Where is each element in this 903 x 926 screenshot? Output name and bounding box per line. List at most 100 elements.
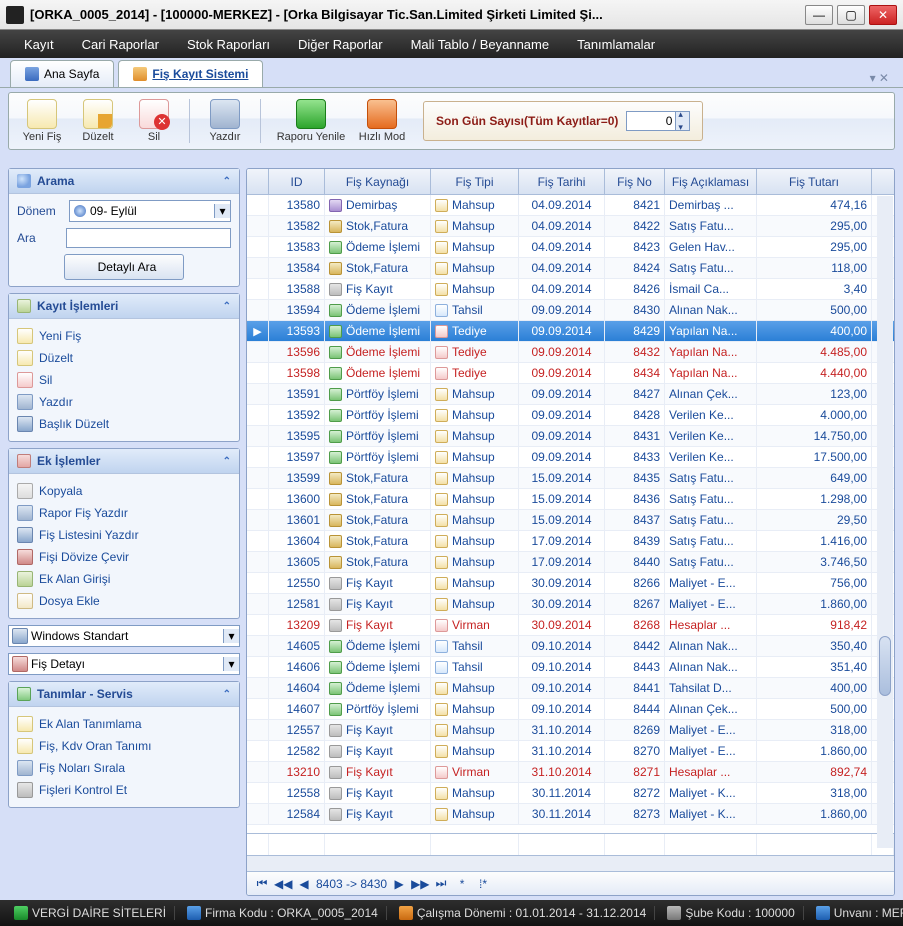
panel-header[interactable]: Tanımlar - Servis ⌃ <box>9 682 239 707</box>
sidebar-item-print[interactable]: Yazdır <box>17 391 231 413</box>
panel-header[interactable]: Kayıt İşlemleri ⌃ <box>9 294 239 319</box>
table-row[interactable]: 14606Ödeme İşlemiTahsil09.10.20148443Alı… <box>247 657 894 678</box>
table-row[interactable]: 13601Stok,FaturaMahsup15.09.20148437Satı… <box>247 510 894 531</box>
delete-button[interactable]: Sil <box>127 97 181 145</box>
sidebar-item-report-print[interactable]: Rapor Fiş Yazdır <box>17 502 231 524</box>
collapse-icon[interactable]: ⌃ <box>223 301 231 312</box>
detailed-search-button[interactable]: Detaylı Ara <box>64 254 184 280</box>
table-row[interactable]: 13600Stok,FaturaMahsup15.09.20148436Satı… <box>247 489 894 510</box>
table-row[interactable]: 13595Pörtföy İşlemiMahsup09.09.20148431V… <box>247 426 894 447</box>
pager-first[interactable]: ⏮ <box>253 876 271 891</box>
table-row[interactable]: 12584Fiş KayıtMahsup30.11.20148273Maliye… <box>247 804 894 825</box>
table-row[interactable]: 13605Stok,FaturaMahsup17.09.20148440Satı… <box>247 552 894 573</box>
status-period[interactable]: Çalışma Dönemi : 01.01.2014 - 31.12.2014 <box>391 906 655 920</box>
collapse-icon[interactable]: ⌃ <box>223 456 231 467</box>
pager-sub[interactable]: ⁞* <box>474 877 492 891</box>
table-row[interactable]: 13582Stok,FaturaMahsup04.09.20148422Satı… <box>247 216 894 237</box>
pager-add[interactable]: * <box>453 877 471 891</box>
horizontal-scrollbar[interactable] <box>247 855 894 871</box>
table-row[interactable]: 13604Stok,FaturaMahsup17.09.20148439Satı… <box>247 531 894 552</box>
tabs-dropdown[interactable]: ▾ ✕ <box>866 69 893 87</box>
pager-prev[interactable]: ◀ <box>295 877 313 891</box>
table-row[interactable]: 13209Fiş KayıtVirman30.09.20148268Hesapl… <box>247 615 894 636</box>
status-company-code[interactable]: Firma Kodu : ORKA_0005_2014 <box>179 906 387 920</box>
table-row[interactable]: 14605Ödeme İşlemiTahsil09.10.20148442Alı… <box>247 636 894 657</box>
sidebar-item-extra-field[interactable]: Ek Alan Girişi <box>17 568 231 590</box>
pager-last[interactable]: ⏭ <box>432 876 450 891</box>
table-row[interactable]: 13583Ödeme İşlemiMahsup04.09.20148423Gel… <box>247 237 894 258</box>
dropdown-icon[interactable]: ▾ <box>223 629 239 643</box>
sidebar-item-edit[interactable]: Düzelt <box>17 347 231 369</box>
vertical-scrollbar[interactable] <box>877 196 893 848</box>
last-days-input[interactable] <box>626 111 676 131</box>
scrollbar-thumb[interactable] <box>879 636 891 696</box>
header-tutar[interactable]: Fiş Tutarı <box>757 169 872 194</box>
header-selector[interactable] <box>247 169 269 194</box>
status-tax-sites[interactable]: VERGİ DAİRE SİTELERİ <box>6 906 175 920</box>
table-row[interactable]: 14607Pörtföy İşlemiMahsup09.10.20148444A… <box>247 699 894 720</box>
table-row[interactable]: 13598Ödeme İşlemiTediye09.09.20148434Yap… <box>247 363 894 384</box>
tab-fis-kayit-sistemi[interactable]: Fiş Kayıt Sistemi <box>118 60 263 87</box>
dropdown-icon[interactable]: ▾ <box>223 657 239 671</box>
spinner-buttons[interactable] <box>676 111 690 131</box>
sidebar-item-list-print[interactable]: Fiş Listesini Yazdır <box>17 524 231 546</box>
header-no[interactable]: Fiş No <box>605 169 665 194</box>
detail-select[interactable]: Fiş Detayı ▾ <box>8 653 240 675</box>
edit-button[interactable]: Düzelt <box>71 97 125 145</box>
status-branch[interactable]: Şube Kodu : 100000 <box>659 906 803 920</box>
sidebar-item-convert-currency[interactable]: Fişi Dövize Çevir <box>17 546 231 568</box>
pager-next[interactable]: ▶ <box>390 877 408 891</box>
table-row[interactable]: 13592Pörtföy İşlemiMahsup09.09.20148428V… <box>247 405 894 426</box>
search-input[interactable] <box>66 228 231 248</box>
table-row[interactable]: 13596Ödeme İşlemiTediye09.09.20148432Yap… <box>247 342 894 363</box>
donem-select[interactable]: 09- Eylül ▾ <box>69 200 231 222</box>
table-row[interactable]: 13588Fiş KayıtMahsup04.09.20148426İsmail… <box>247 279 894 300</box>
table-row[interactable]: 12581Fiş KayıtMahsup30.09.20148267Maliye… <box>247 594 894 615</box>
table-row[interactable]: 13591Pörtföy İşlemiMahsup09.09.20148427A… <box>247 384 894 405</box>
collapse-icon[interactable]: ⌃ <box>223 689 231 700</box>
menu-kayit[interactable]: Kayıt <box>10 37 68 52</box>
panel-header[interactable]: Ek İşlemler ⌃ <box>9 449 239 474</box>
header-aciklama[interactable]: Fiş Açıklaması <box>665 169 757 194</box>
table-row[interactable]: 13584Stok,FaturaMahsup04.09.20148424Satı… <box>247 258 894 279</box>
table-row[interactable]: 12558Fiş KayıtMahsup30.11.20148272Maliye… <box>247 783 894 804</box>
sidebar-item-define-field[interactable]: Ek Alan Tanımlama <box>17 713 231 735</box>
dropdown-icon[interactable]: ▾ <box>214 204 230 218</box>
sidebar-item-define-kdv[interactable]: Fiş, Kdv Oran Tanımı <box>17 735 231 757</box>
header-kaynak[interactable]: Fiş Kaynağı <box>325 169 431 194</box>
menu-stok-raporlari[interactable]: Stok Raporları <box>173 37 284 52</box>
table-row[interactable]: 13594Ödeme İşlemiTahsil09.09.20148430Alı… <box>247 300 894 321</box>
table-row[interactable]: 13597Pörtföy İşlemiMahsup09.09.20148433V… <box>247 447 894 468</box>
table-row[interactable]: 13210Fiş KayıtVirman31.10.20148271Hesapl… <box>247 762 894 783</box>
sidebar-item-attach-file[interactable]: Dosya Ekle <box>17 590 231 612</box>
sidebar-item-edit-header[interactable]: Başlık Düzelt <box>17 413 231 435</box>
collapse-icon[interactable]: ⌃ <box>223 176 231 187</box>
menu-tanimlamalar[interactable]: Tanımlamalar <box>563 37 669 52</box>
pager-prev-page[interactable]: ◀◀ <box>274 877 292 891</box>
theme-select[interactable]: Windows Standart ▾ <box>8 625 240 647</box>
status-title[interactable]: Unvanı : MERKEZ Orka B ... <box>808 906 903 920</box>
header-tarih[interactable]: Fiş Tarihi <box>519 169 605 194</box>
pager-next-page[interactable]: ▶▶ <box>411 877 429 891</box>
sidebar-item-check-records[interactable]: Fişleri Kontrol Et <box>17 779 231 801</box>
print-button[interactable]: Yazdır <box>198 97 252 145</box>
tab-ana-sayfa[interactable]: Ana Sayfa <box>10 60 114 87</box>
table-row[interactable]: ▶13593Ödeme İşlemiTediye09.09.20148429Ya… <box>247 321 894 342</box>
table-row[interactable]: 13580DemirbaşMahsup04.09.20148421Demirba… <box>247 195 894 216</box>
new-record-button[interactable]: Yeni Fiş <box>15 97 69 145</box>
sidebar-item-copy[interactable]: Kopyala <box>17 480 231 502</box>
table-row[interactable]: 13599Stok,FaturaMahsup15.09.20148435Satı… <box>247 468 894 489</box>
header-id[interactable]: ID <box>269 169 325 194</box>
menu-diger-raporlar[interactable]: Diğer Raporlar <box>284 37 397 52</box>
close-button[interactable]: ✕ <box>869 5 897 25</box>
restore-button[interactable]: ▢ <box>837 5 865 25</box>
grid-body[interactable]: 13580DemirbaşMahsup04.09.20148421Demirba… <box>247 195 894 833</box>
refresh-report-button[interactable]: Raporu Yenile <box>269 97 353 145</box>
fast-mode-button[interactable]: Hızlı Mod <box>355 97 409 145</box>
table-row[interactable]: 12582Fiş KayıtMahsup31.10.20148270Maliye… <box>247 741 894 762</box>
table-row[interactable]: 14604Ödeme İşlemiMahsup09.10.20148441Tah… <box>247 678 894 699</box>
menu-cari-raporlar[interactable]: Cari Raporlar <box>68 37 173 52</box>
table-row[interactable]: 12557Fiş KayıtMahsup31.10.20148269Maliye… <box>247 720 894 741</box>
sidebar-item-new[interactable]: Yeni Fiş <box>17 325 231 347</box>
sidebar-item-sort-numbers[interactable]: Fiş Noları Sırala <box>17 757 231 779</box>
